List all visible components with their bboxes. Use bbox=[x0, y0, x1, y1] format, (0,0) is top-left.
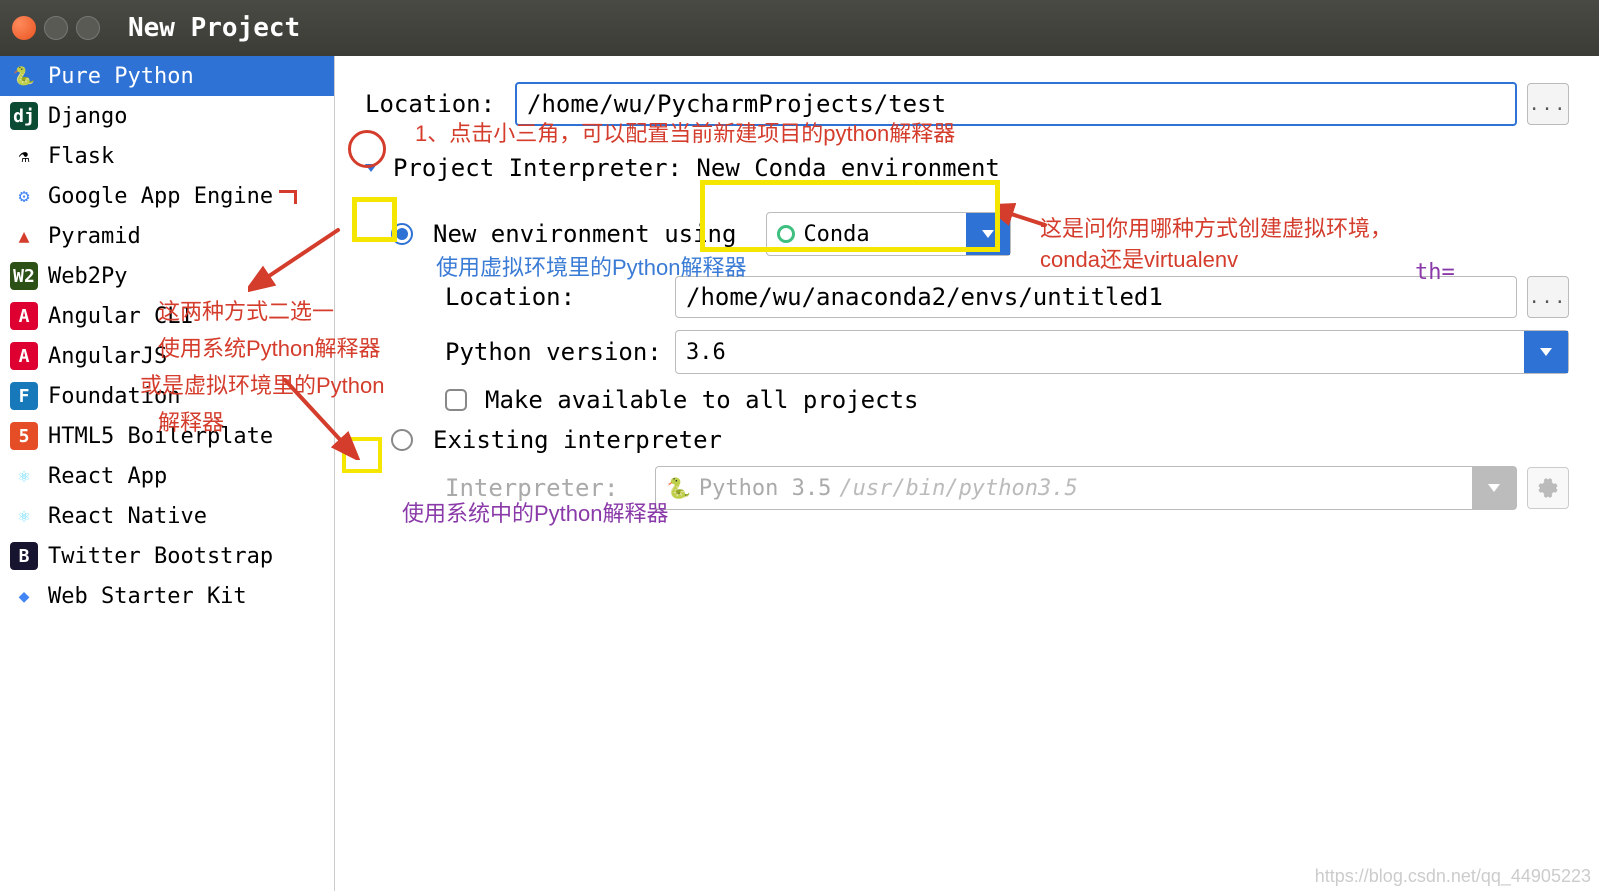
angularjs-icon: A bbox=[10, 342, 38, 370]
sidebar-item-label: Angular CLI bbox=[48, 304, 194, 329]
google-app-engine-icon: ⚙ bbox=[10, 182, 38, 210]
sidebar-item-label: Pure Python bbox=[48, 64, 194, 89]
project-type-sidebar: 🐍 Pure Python dj Django ⚗ Flask ⚙ Google App En… bbox=[0, 56, 335, 891]
sidebar-item-label: Django bbox=[48, 104, 127, 129]
sidebar-item-label: AngularJS bbox=[48, 344, 167, 369]
interpreter-value: Python 3.5 bbox=[699, 476, 831, 501]
titlebar: New Project bbox=[0, 0, 1599, 56]
sidebar-item-react-native[interactable]: ⚛ React Native bbox=[0, 496, 334, 536]
env-tool-select[interactable]: Conda bbox=[766, 212, 1011, 256]
main-panel: Location: ... Project Interpreter: New C… bbox=[335, 56, 1599, 891]
web-starter-kit-icon: ◆ bbox=[10, 582, 38, 610]
django-icon: dj bbox=[10, 102, 38, 130]
existing-interpreter-radio[interactable] bbox=[391, 429, 413, 451]
angular-cli-icon: A bbox=[10, 302, 38, 330]
sidebar-item-label: React App bbox=[48, 464, 167, 489]
python-icon: 🐍 bbox=[666, 476, 691, 500]
html5-boilerplate-icon: 5 bbox=[10, 422, 38, 450]
interpreter-select: 🐍 Python 3.5 /usr/bin/python3.5 bbox=[655, 466, 1517, 510]
python-version-select[interactable]: 3.6 bbox=[675, 330, 1569, 374]
browse-button[interactable]: ... bbox=[1527, 83, 1569, 125]
sidebar-item-label: Foundation bbox=[48, 384, 180, 409]
gear-icon[interactable] bbox=[1527, 467, 1569, 509]
new-env-radio[interactable] bbox=[391, 223, 413, 245]
foundation-icon: F bbox=[10, 382, 38, 410]
react-native-icon: ⚛ bbox=[10, 502, 38, 530]
new-env-label: New environment using bbox=[433, 220, 736, 248]
env-browse-button[interactable]: ... bbox=[1527, 276, 1569, 318]
make-available-label: Make available to all projects bbox=[485, 386, 918, 414]
maximize-icon[interactable] bbox=[76, 16, 100, 40]
make-available-checkbox[interactable] bbox=[445, 389, 467, 411]
sidebar-item-label: Flask bbox=[48, 144, 114, 169]
close-icon[interactable] bbox=[12, 16, 36, 40]
existing-interpreter-label: Existing interpreter bbox=[433, 426, 722, 454]
pyramid-icon: ▲ bbox=[10, 222, 38, 250]
interpreter-label: Interpreter: bbox=[445, 474, 645, 502]
sidebar-item-angularjs[interactable]: A AngularJS bbox=[0, 336, 334, 376]
interpreter-header[interactable]: Project Interpreter: New Conda environme… bbox=[393, 154, 1000, 182]
pure-python-icon: 🐍 bbox=[10, 62, 38, 90]
sidebar-item-pure-python[interactable]: 🐍 Pure Python bbox=[0, 56, 334, 96]
sidebar-item-twitter-bootstrap[interactable]: B Twitter Bootstrap bbox=[0, 536, 334, 576]
chevron-down-icon bbox=[1472, 467, 1516, 509]
sidebar-item-react-app[interactable]: ⚛ React App bbox=[0, 456, 334, 496]
sidebar-item-label: Twitter Bootstrap bbox=[48, 544, 273, 569]
sidebar-item-pyramid[interactable]: ▲ Pyramid bbox=[0, 216, 334, 256]
sidebar-item-foundation[interactable]: F Foundation bbox=[0, 376, 334, 416]
sidebar-item-html5-boilerplate[interactable]: 5 HTML5 Boilerplate bbox=[0, 416, 334, 456]
env-location-input[interactable] bbox=[675, 276, 1517, 318]
twitter-bootstrap-icon: B bbox=[10, 542, 38, 570]
annotation-corner bbox=[279, 190, 297, 204]
disclosure-triangle-icon[interactable] bbox=[365, 164, 377, 172]
window-title: New Project bbox=[128, 13, 300, 43]
env-tool-value: Conda bbox=[803, 222, 869, 247]
sidebar-item-label: React Native bbox=[48, 504, 207, 529]
env-location-label: Location: bbox=[445, 283, 665, 311]
conda-icon bbox=[777, 225, 795, 243]
chevron-down-icon bbox=[1524, 331, 1568, 373]
location-input[interactable] bbox=[515, 82, 1517, 126]
flask-icon: ⚗ bbox=[10, 142, 38, 170]
sidebar-item-angular-cli[interactable]: A Angular CLI bbox=[0, 296, 334, 336]
sidebar-item-django[interactable]: dj Django bbox=[0, 96, 334, 136]
watermark: https://blog.csdn.net/qq_44905223 bbox=[1315, 866, 1591, 887]
location-label: Location: bbox=[365, 90, 505, 118]
chevron-down-icon bbox=[966, 213, 1010, 255]
minimize-icon[interactable] bbox=[44, 16, 68, 40]
interpreter-path: /usr/bin/python3.5 bbox=[839, 476, 1077, 501]
sidebar-item-label: Pyramid bbox=[48, 224, 141, 249]
sidebar-item-flask[interactable]: ⚗ Flask bbox=[0, 136, 334, 176]
python-version-label: Python version: bbox=[445, 338, 665, 366]
sidebar-item-web-starter-kit[interactable]: ◆ Web Starter Kit bbox=[0, 576, 334, 616]
sidebar-item-label: Web2Py bbox=[48, 264, 127, 289]
sidebar-item-web2py[interactable]: W2 Web2Py bbox=[0, 256, 334, 296]
sidebar-item-label: Google App Engine bbox=[48, 184, 273, 209]
web2py-icon: W2 bbox=[10, 262, 38, 290]
sidebar-item-label: Web Starter Kit bbox=[48, 584, 247, 609]
sidebar-item-label: HTML5 Boilerplate bbox=[48, 424, 273, 449]
python-version-value: 3.6 bbox=[686, 340, 726, 365]
react-app-icon: ⚛ bbox=[10, 462, 38, 490]
